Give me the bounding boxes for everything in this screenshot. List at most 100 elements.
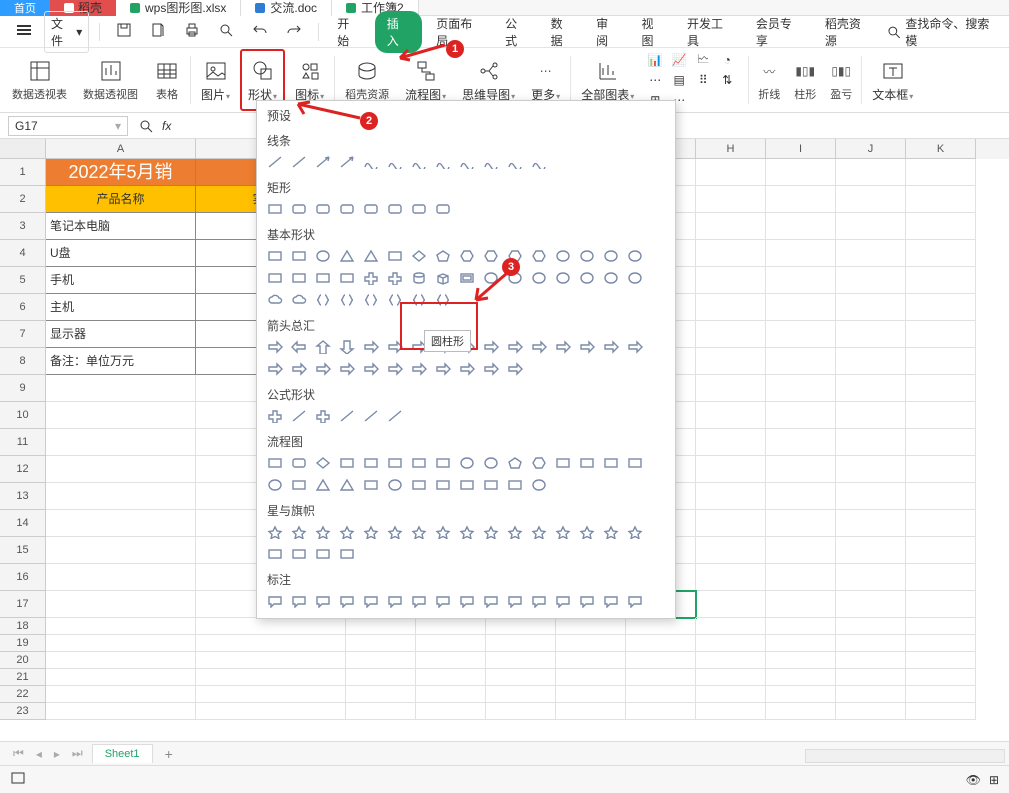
command-search[interactable]: 查找命令、搜索模 xyxy=(886,15,999,49)
shape-option[interactable] xyxy=(625,454,645,472)
shape-option[interactable] xyxy=(313,360,333,378)
shape-option[interactable] xyxy=(409,153,429,171)
shape-option[interactable] xyxy=(481,476,501,494)
formula-bar[interactable]: fx xyxy=(138,118,171,134)
shape-option[interactable] xyxy=(313,545,333,563)
view-eye-icon[interactable]: 👁 xyxy=(966,773,981,787)
row-header[interactable]: 21 xyxy=(0,669,46,686)
menu-formula[interactable]: 公式 xyxy=(497,11,536,53)
shape-option[interactable] xyxy=(385,454,405,472)
cell[interactable] xyxy=(836,348,906,375)
cell[interactable] xyxy=(556,618,626,635)
cell[interactable] xyxy=(836,456,906,483)
shape-option[interactable] xyxy=(313,269,333,287)
cell[interactable] xyxy=(416,652,486,669)
shape-option[interactable] xyxy=(361,454,381,472)
cell[interactable] xyxy=(696,483,766,510)
cell[interactable] xyxy=(906,159,976,186)
shape-option[interactable] xyxy=(313,592,333,610)
row-header[interactable]: 5 xyxy=(0,267,46,294)
cell[interactable]: 手机 xyxy=(46,267,196,294)
cell[interactable] xyxy=(196,635,346,652)
shape-option[interactable] xyxy=(265,338,285,356)
cell[interactable] xyxy=(836,669,906,686)
cell[interactable] xyxy=(766,618,836,635)
cell[interactable] xyxy=(836,483,906,510)
cell[interactable] xyxy=(836,591,906,618)
shape-option[interactable] xyxy=(385,247,405,265)
shape-option[interactable] xyxy=(289,454,309,472)
row-header[interactable]: 7 xyxy=(0,321,46,348)
cell[interactable] xyxy=(696,159,766,186)
cell[interactable] xyxy=(696,652,766,669)
cell[interactable] xyxy=(626,686,696,703)
cell[interactable] xyxy=(906,213,976,240)
chart-area-icon[interactable]: 🗠 xyxy=(692,51,714,69)
cell[interactable] xyxy=(696,564,766,591)
cell[interactable] xyxy=(626,703,696,720)
shape-option[interactable] xyxy=(289,247,309,265)
shape-option[interactable] xyxy=(313,523,333,541)
menu-data[interactable]: 数据 xyxy=(543,11,582,53)
cell[interactable] xyxy=(46,591,196,618)
cell[interactable] xyxy=(766,429,836,456)
menu-docer[interactable]: 稻壳资源 xyxy=(817,11,880,53)
menu-vip[interactable]: 会员专享 xyxy=(748,11,811,53)
cell[interactable] xyxy=(626,635,696,652)
shape-option[interactable] xyxy=(409,454,429,472)
shape-option[interactable] xyxy=(433,360,453,378)
shape-option[interactable] xyxy=(265,153,285,171)
row-header[interactable]: 9 xyxy=(0,375,46,402)
shape-option[interactable] xyxy=(481,454,501,472)
cell[interactable] xyxy=(346,686,416,703)
sheet-tab-1[interactable]: Sheet1 xyxy=(92,744,153,763)
shape-option[interactable] xyxy=(337,200,357,218)
shape-option[interactable] xyxy=(529,523,549,541)
cell[interactable] xyxy=(836,537,906,564)
col-header[interactable]: K xyxy=(906,139,976,159)
cell[interactable] xyxy=(696,456,766,483)
shape-option[interactable] xyxy=(601,454,621,472)
cell[interactable] xyxy=(696,618,766,635)
cell[interactable] xyxy=(766,564,836,591)
shape-option[interactable] xyxy=(505,454,525,472)
cell[interactable] xyxy=(766,159,836,186)
shape-option[interactable] xyxy=(361,200,381,218)
row-header[interactable]: 12 xyxy=(0,456,46,483)
cell[interactable] xyxy=(196,686,346,703)
shape-option[interactable] xyxy=(337,407,357,425)
shape-option[interactable] xyxy=(553,269,573,287)
cell[interactable] xyxy=(766,483,836,510)
shape-option[interactable] xyxy=(361,407,381,425)
shape-option[interactable] xyxy=(265,407,285,425)
cell[interactable] xyxy=(906,703,976,720)
shape-option[interactable] xyxy=(601,338,621,356)
cell[interactable] xyxy=(46,483,196,510)
shape-option[interactable] xyxy=(529,476,549,494)
btn-sparkline[interactable]: 〰折线 xyxy=(753,49,785,111)
shape-option[interactable] xyxy=(625,338,645,356)
cell[interactable]: 2022年5月销 xyxy=(46,159,196,186)
shape-option[interactable] xyxy=(577,592,597,610)
cell[interactable] xyxy=(766,213,836,240)
shape-option[interactable] xyxy=(361,338,381,356)
row-header[interactable]: 15 xyxy=(0,537,46,564)
cell[interactable] xyxy=(346,703,416,720)
row-header[interactable]: 11 xyxy=(0,429,46,456)
select-all-corner[interactable] xyxy=(0,139,46,159)
shape-option[interactable] xyxy=(625,269,645,287)
cell[interactable] xyxy=(766,703,836,720)
cell[interactable] xyxy=(906,402,976,429)
shape-option[interactable] xyxy=(625,247,645,265)
menu-start[interactable]: 开始 xyxy=(329,11,368,53)
col-header[interactable]: A xyxy=(46,139,196,159)
chart-pie-icon[interactable]: ◔ xyxy=(716,51,738,69)
cell[interactable] xyxy=(766,321,836,348)
cell[interactable] xyxy=(46,652,196,669)
shape-option[interactable] xyxy=(265,200,285,218)
cell[interactable] xyxy=(906,537,976,564)
cell[interactable] xyxy=(766,635,836,652)
row-header[interactable]: 1 xyxy=(0,159,46,186)
horizontal-scrollbar[interactable] xyxy=(805,749,1005,763)
cell[interactable] xyxy=(906,294,976,321)
